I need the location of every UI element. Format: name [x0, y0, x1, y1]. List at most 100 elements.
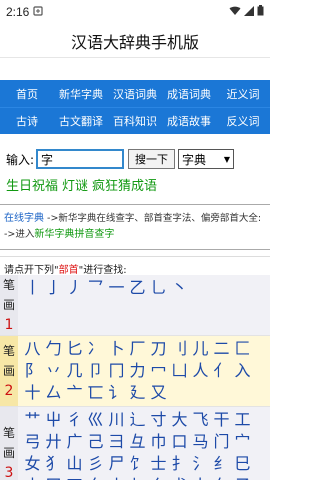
radical-link[interactable]: 彑 [127, 431, 148, 453]
radical-link[interactable]: 寸 [148, 409, 169, 431]
nav-xinhua-dictionary[interactable]: 新华字典 [54, 86, 108, 102]
radical-link[interactable]: 冂 [106, 360, 127, 382]
radical-link[interactable]: 口 [169, 431, 190, 453]
radical-link[interactable]: 几 [64, 360, 85, 382]
radical-link[interactable]: 氵 [190, 453, 211, 475]
radical-link[interactable]: 幺 [148, 475, 169, 480]
radical-link[interactable]: 艹 [22, 409, 43, 431]
radical-link[interactable]: 一 [106, 277, 127, 299]
nav-home[interactable]: 首页 [0, 86, 54, 102]
radical-link[interactable]: 卩 [85, 360, 106, 382]
radical-link[interactable]: 乙 [127, 277, 148, 299]
radical-link[interactable]: 丷 [43, 360, 64, 382]
radical-link[interactable]: 大 [169, 409, 190, 431]
radical-link[interactable]: 又 [148, 382, 169, 404]
radical-link[interactable]: 弓 [22, 431, 43, 453]
radical-link[interactable]: 八 [22, 338, 43, 360]
radical-link[interactable]: 亠 [64, 382, 85, 404]
link-riddles[interactable]: 灯谜 [62, 175, 88, 194]
radical-link[interactable]: 巳 [232, 453, 253, 475]
radical-link[interactable]: 厂 [127, 338, 148, 360]
radical-link[interactable]: 彳 [64, 409, 85, 431]
radical-link[interactable]: 廴 [127, 382, 148, 404]
radical-link[interactable]: 宀 [232, 431, 253, 453]
radical-link[interactable]: 囗 [43, 475, 64, 480]
radical-link[interactable]: 马 [190, 431, 211, 453]
radical-link[interactable]: 尸 [106, 453, 127, 475]
radical-link[interactable]: 亻 [211, 360, 232, 382]
radical-link[interactable]: 冫 [85, 338, 106, 360]
radical-link[interactable]: 亅 [43, 277, 64, 299]
radical-link[interactable]: 力 [127, 360, 148, 382]
radical-link[interactable]: 广 [64, 431, 85, 453]
radical-link[interactable]: 夂 [211, 475, 232, 480]
radical-link[interactable]: 厶 [43, 382, 64, 404]
radical-link[interactable]: 川 [106, 409, 127, 431]
radical-link[interactable]: 士 [148, 453, 169, 475]
radical-link[interactable]: 扌 [169, 453, 190, 475]
radical-link[interactable]: 门 [211, 431, 232, 453]
radical-link[interactable]: 小 [106, 475, 127, 480]
radical-link[interactable]: 勹 [43, 338, 64, 360]
radical-link[interactable]: 犭 [43, 453, 64, 475]
nav-ancient-poems[interactable]: 古诗 [0, 113, 54, 129]
radical-link[interactable]: 忄 [127, 475, 148, 480]
radical-link[interactable]: 儿 [190, 338, 211, 360]
link-idiom-guess[interactable]: 疯狂猜成语 [92, 175, 157, 194]
radical-link[interactable]: 彐 [106, 431, 127, 453]
radical-link[interactable]: 巾 [148, 431, 169, 453]
radical-link[interactable]: 饣 [127, 453, 148, 475]
radical-link[interactable]: 土 [22, 475, 43, 480]
radical-link[interactable]: 巛 [85, 409, 106, 431]
nav-idiom-stories[interactable]: 成语故事 [162, 113, 216, 129]
nav-encyclopedia[interactable]: 百科知识 [108, 113, 162, 129]
radical-link[interactable]: 丶 [169, 277, 190, 299]
radical-link[interactable]: 尢 [190, 475, 211, 480]
radical-link[interactable]: 女 [22, 453, 43, 475]
nav-synonyms[interactable]: 近义词 [216, 86, 270, 102]
nav-antonyms[interactable]: 反义词 [216, 113, 270, 129]
radical-link[interactable]: 弋 [169, 475, 190, 480]
radical-link[interactable]: 十 [22, 382, 43, 404]
radical-link[interactable]: 阝 [22, 360, 43, 382]
search-input[interactable]: 字 [36, 149, 125, 169]
radical-link[interactable]: 彡 [85, 453, 106, 475]
radical-link[interactable]: 屮 [43, 409, 64, 431]
radical-link[interactable]: 二 [211, 338, 232, 360]
radical-link[interactable]: 干 [211, 409, 232, 431]
radical-link[interactable]: 子 [232, 475, 253, 480]
nav-chinese-dictionary[interactable]: 汉语词典 [108, 86, 162, 102]
nav-classical-translation[interactable]: 古文翻译 [54, 113, 108, 129]
nav-idiom-dictionary[interactable]: 成语词典 [162, 86, 216, 102]
search-type-select[interactable]: 字典 ▼ [178, 149, 235, 169]
status-bar: 2:16 [0, 0, 270, 24]
radical-link[interactable]: 工 [232, 409, 253, 431]
radical-link[interactable]: 入 [232, 360, 253, 382]
pinyin-lookup-link[interactable]: 新华字典拼音查字 [34, 229, 114, 240]
radical-link[interactable]: 匚 [232, 338, 253, 360]
radical-link[interactable]: 廾 [43, 431, 64, 453]
radical-link[interactable]: 凵 [169, 360, 190, 382]
search-button[interactable]: 搜一下 [128, 149, 176, 169]
radical-link[interactable]: 兀 [64, 475, 85, 480]
radical-link[interactable]: 飞 [190, 409, 211, 431]
radical-link[interactable]: 冖 [148, 360, 169, 382]
radical-link[interactable]: 匸 [85, 382, 106, 404]
radical-link[interactable]: 刂 [169, 338, 190, 360]
radical-link[interactable]: 辶 [127, 409, 148, 431]
radical-link[interactable]: 卜 [106, 338, 127, 360]
link-birthday-wishes[interactable]: 生日祝福 [6, 175, 58, 194]
radical-link[interactable]: 纟 [211, 453, 232, 475]
radical-link[interactable]: 乚 [148, 277, 169, 299]
radical-link[interactable]: 刀 [148, 338, 169, 360]
radical-link[interactable]: 己 [85, 431, 106, 453]
radical-link[interactable]: 匕 [64, 338, 85, 360]
radical-link[interactable]: 山 [64, 453, 85, 475]
online-dictionary-link[interactable]: 在线字典 [4, 213, 44, 224]
radical-link[interactable]: 丨 [22, 277, 43, 299]
radical-link[interactable]: 人 [190, 360, 211, 382]
radical-link[interactable]: 乛 [85, 277, 106, 299]
radical-link[interactable]: 夕 [85, 475, 106, 480]
radical-link[interactable]: 讠 [106, 382, 127, 404]
radical-link[interactable]: 丿 [64, 277, 85, 299]
